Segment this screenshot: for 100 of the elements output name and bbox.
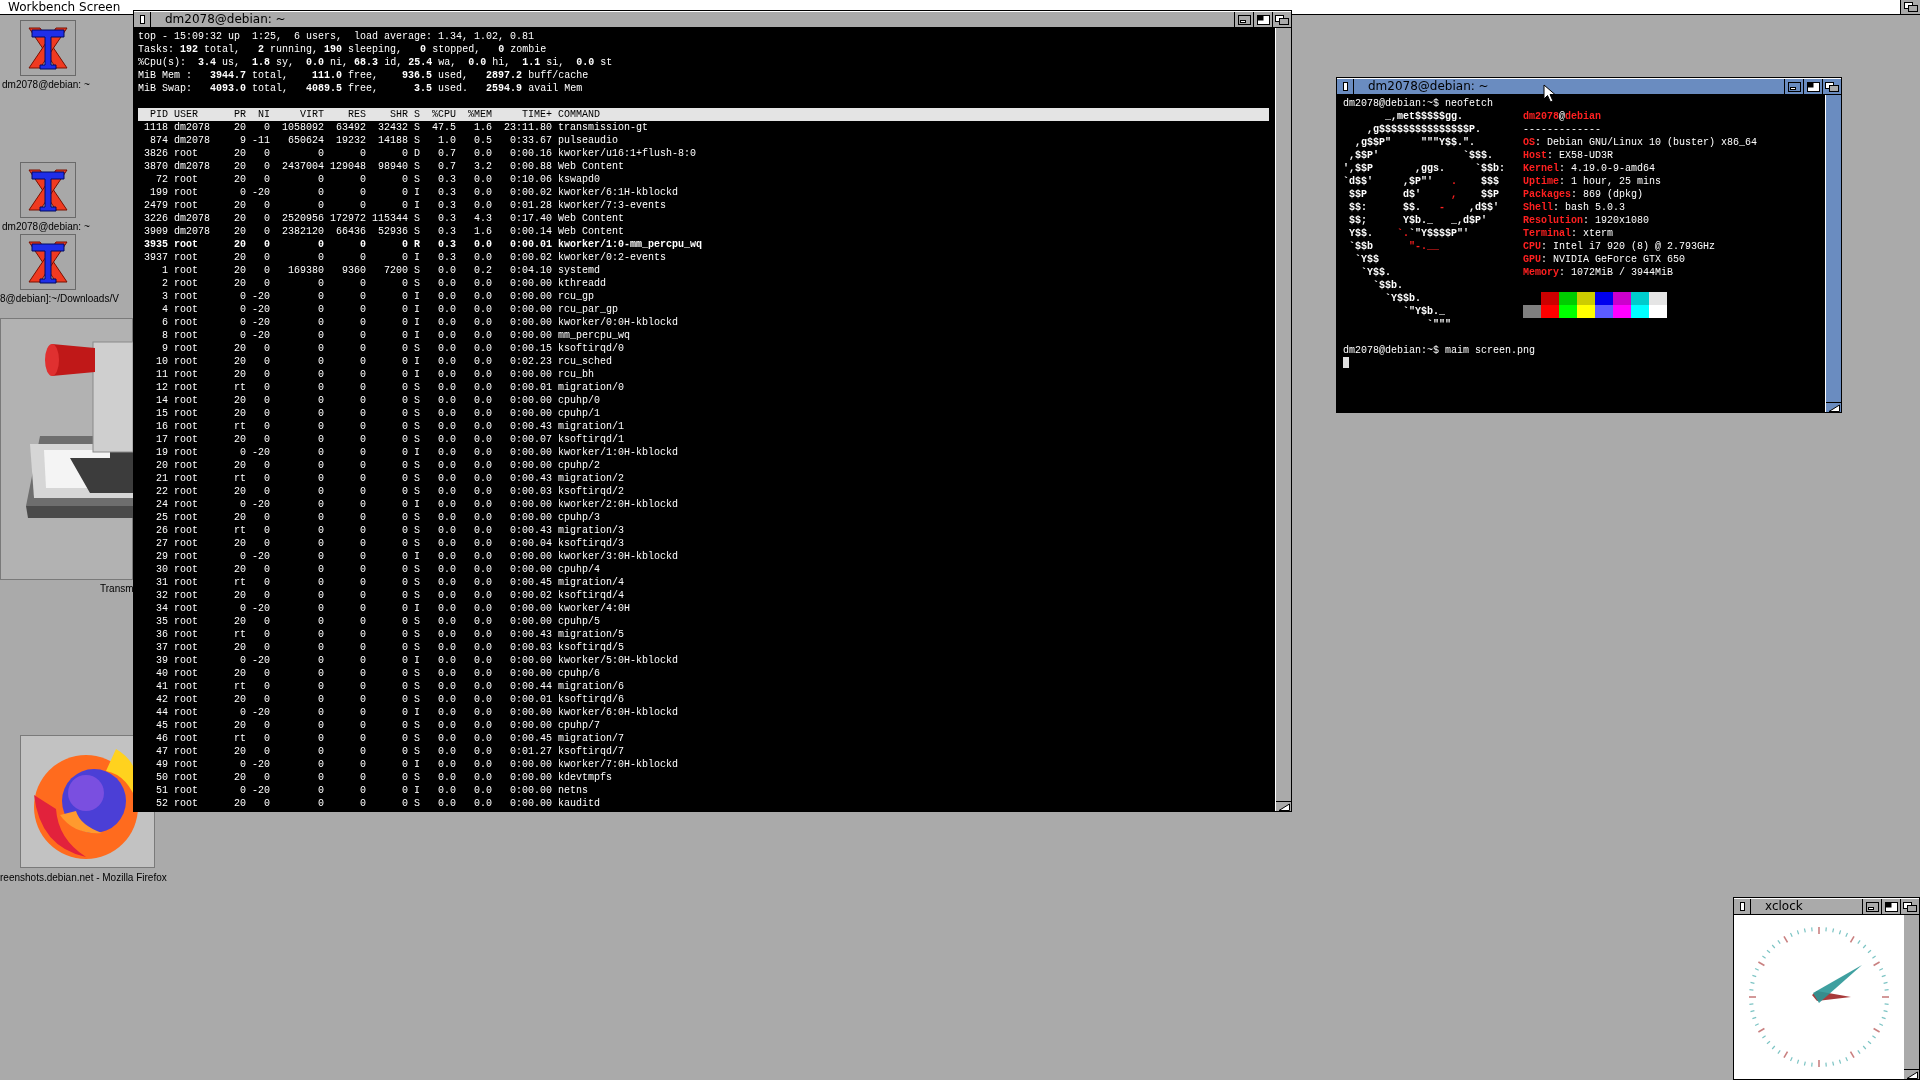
column-header[interactable]: COMMAND	[558, 108, 1269, 121]
table-cell-text: 0:00.16	[509, 147, 552, 160]
table-cell-text: root	[174, 251, 199, 264]
table-cell-text: 0.0	[473, 238, 492, 251]
column-header[interactable]: VIRT	[276, 108, 324, 121]
table-cell-text: root	[174, 498, 199, 511]
table-cell-text: 0:00.03	[509, 641, 552, 654]
depth-button[interactable]	[1272, 12, 1291, 27]
table-cell-text: 0:00.00	[509, 316, 552, 329]
icon-label[interactable]: dm2078@debian: ~	[2, 221, 90, 233]
table-cell: I	[414, 303, 420, 316]
table-cell-text: 20	[233, 563, 246, 576]
table-cell-text: 0	[359, 342, 366, 355]
column-header[interactable]: RES	[330, 108, 366, 121]
column-header[interactable]: NI	[252, 108, 270, 121]
table-cell-text: 20	[233, 368, 246, 381]
table-cell-text: 17	[155, 433, 168, 446]
depth-button[interactable]	[1822, 79, 1841, 94]
table-cell-text: 0	[317, 498, 324, 511]
table-cell-text: root	[174, 342, 199, 355]
table-cell: S	[414, 680, 420, 693]
table-cell-text: 0.0	[437, 342, 456, 355]
resize-gadget[interactable]	[1826, 402, 1841, 412]
table-cell: S	[414, 485, 420, 498]
table-cell-text: dm2078	[174, 160, 211, 173]
zoom-button[interactable]	[1253, 12, 1272, 27]
table-cell-text: kworker/3:0H-kblockd	[558, 550, 680, 563]
table-cell-text: 0:33.67	[509, 134, 552, 147]
table-cell-text: root	[174, 420, 199, 433]
table-cell-text: root	[174, 680, 199, 693]
table-cell-text: 0	[401, 693, 408, 706]
icon-label[interactable]: 8@debian]:~/Downloads/V	[0, 293, 119, 305]
column-header[interactable]: PR	[228, 108, 246, 121]
iconify-button[interactable]	[1784, 79, 1803, 94]
zoom-icon	[1256, 14, 1270, 25]
table-cell-text: 0	[359, 758, 366, 771]
iconify-button[interactable]	[1234, 12, 1253, 27]
table-cell: -20	[252, 498, 270, 511]
table-cell-text: 0	[263, 667, 270, 680]
table-cell-text: root	[174, 472, 199, 485]
table-cell-text: 0	[359, 615, 366, 628]
icon-label[interactable]: dm2078@debian: ~	[2, 79, 90, 91]
table-cell-text: 0.0	[437, 641, 456, 654]
table-cell-text: 0.0	[437, 784, 456, 797]
table-cell-text: 0	[401, 277, 408, 290]
table-cell-text: 0	[263, 264, 270, 277]
table-cell-text: 0.0	[473, 368, 492, 381]
title-bar[interactable]: dm2078@debian: ~	[134, 11, 1291, 28]
title-bar[interactable]: dm2078@debian: ~	[1337, 78, 1841, 95]
column-header[interactable]: PID	[138, 108, 168, 121]
ascii-art-line: `Y$$	[1354, 253, 1380, 266]
column-header[interactable]: S	[414, 108, 420, 121]
table-cell-text: 0.0	[473, 680, 492, 693]
table-cell-text: 0	[359, 693, 366, 706]
depth-button[interactable]	[1900, 899, 1919, 914]
title-bar[interactable]: xclock	[1734, 898, 1919, 915]
table-cell-text: 20	[233, 199, 246, 212]
system-info-line: Terminal: xterm	[1523, 227, 1615, 240]
table-cell-text: 0	[401, 446, 408, 459]
column-header[interactable]: USER	[174, 108, 222, 121]
icon-label[interactable]: reenshots.debian.net - Mozilla Firefox	[0, 872, 167, 884]
status-line: %Cpu(s): 3.4 us, 1.8 sy, 0.0 ni, 68.3 id, 25.4 wa, 0.0 hi, 1.1 si, 0.0 st	[138, 56, 614, 69]
zoom-button[interactable]	[1803, 79, 1822, 94]
table-cell-text: 1058092	[281, 121, 324, 134]
table-cell-text: 0	[263, 381, 270, 394]
column-header[interactable]: TIME+	[498, 108, 552, 121]
table-cell-text: 0.0	[473, 615, 492, 628]
table-cell-text: 0:00.02	[509, 589, 552, 602]
table-cell-text: 0.0	[473, 459, 492, 472]
table-cell-text: 0:00.04	[509, 537, 552, 550]
table-cell-text: 0:00.00	[509, 550, 552, 563]
column-header[interactable]: %MEM	[462, 108, 492, 121]
zoom-button[interactable]	[1881, 899, 1900, 914]
table-cell-text: 0.0	[473, 147, 492, 160]
table-cell-text: 0.0	[437, 407, 456, 420]
table-cell-text: 0	[317, 186, 324, 199]
table-cell-text: 0	[401, 303, 408, 316]
depth-button[interactable]	[1900, 0, 1920, 14]
resize-gadget[interactable]	[1904, 1069, 1919, 1079]
resize-gadget[interactable]	[1276, 801, 1291, 811]
table-cell: S	[414, 394, 420, 407]
table-cell-text: 3226	[143, 212, 168, 225]
table-cell-text: root	[174, 277, 199, 290]
table-cell-text: ksoftirqd/4	[558, 589, 625, 602]
icon-label[interactable]: Transm	[100, 583, 134, 595]
table-cell-text: 0	[263, 459, 270, 472]
table-cell: -20	[252, 758, 270, 771]
table-cell-text: 0.0	[473, 199, 492, 212]
table-cell-text: 0	[359, 368, 366, 381]
ascii-art-line: `Y$$.	[1360, 266, 1392, 279]
column-header[interactable]: %CPU	[426, 108, 456, 121]
window-title: dm2078@debian: ~	[164, 12, 286, 27]
table-cell-text: 0	[359, 251, 366, 264]
column-header[interactable]: SHR	[372, 108, 408, 121]
table-cell-text: 0.3	[437, 238, 456, 251]
table-cell-text: 0:00.00	[509, 459, 552, 472]
table-cell-text: 0:00.00	[509, 706, 552, 719]
table-cell-text: 0.0	[473, 732, 492, 745]
table-cell-text: 0	[317, 784, 324, 797]
iconify-button[interactable]	[1862, 899, 1881, 914]
